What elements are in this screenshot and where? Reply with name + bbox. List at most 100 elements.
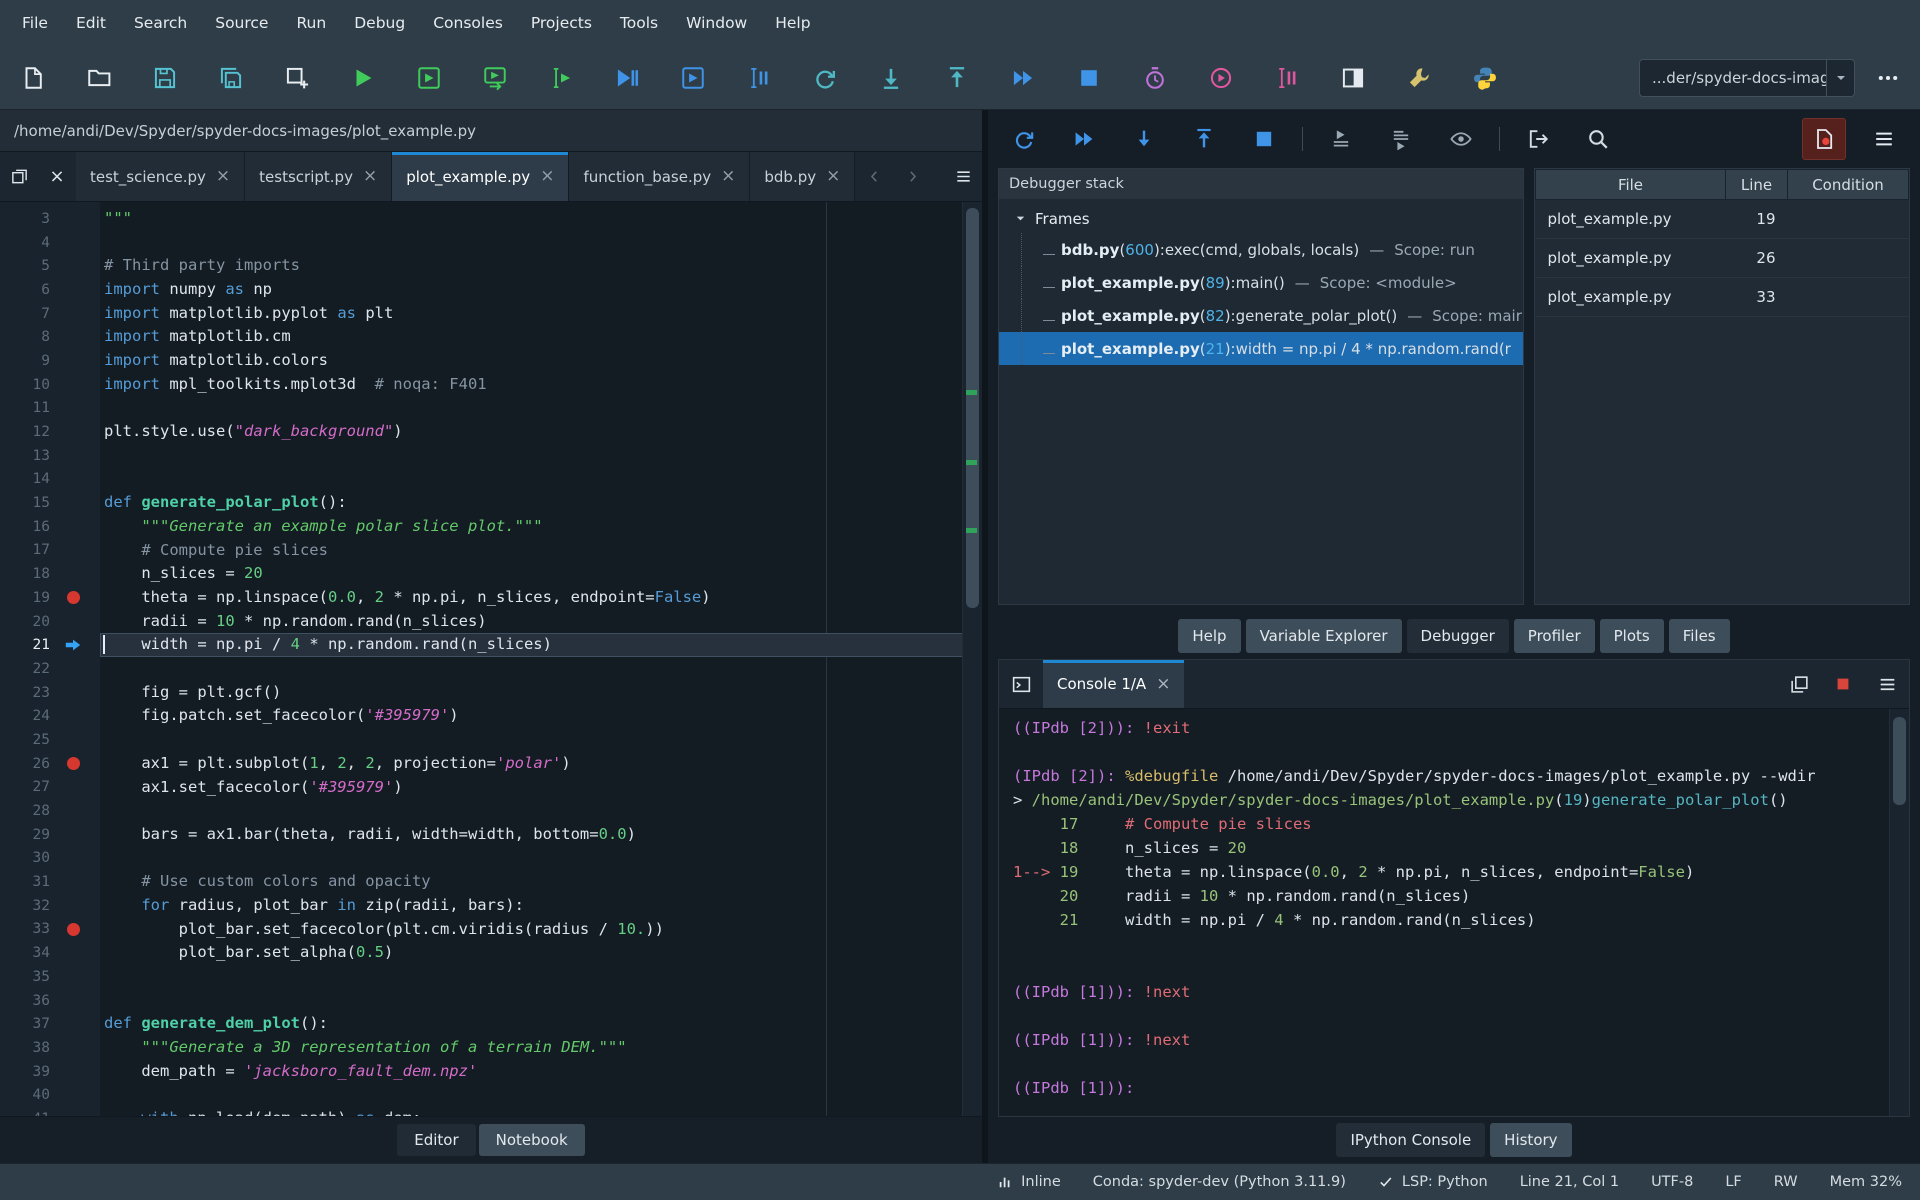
continue-execution-button[interactable]	[1000, 55, 1045, 101]
save-button[interactable]	[142, 55, 187, 101]
maximize-pane-button[interactable]	[1330, 55, 1375, 101]
close-pane-button[interactable]: ×	[38, 152, 76, 201]
editor-tab-testscript-py[interactable]: testscript.py×	[245, 152, 392, 201]
editor-tab-function-base-py[interactable]: function_base.py×	[569, 152, 750, 201]
menu-search[interactable]: Search	[120, 7, 201, 39]
plugin-tab-plots[interactable]: Plots	[1600, 619, 1664, 653]
scrollbar-handle[interactable]	[1893, 717, 1906, 805]
breakpoints-pane-toggle-button[interactable]	[1802, 118, 1846, 160]
tab-close-icon[interactable]: ×	[363, 168, 377, 185]
menu-source[interactable]: Source	[201, 7, 282, 39]
plugin-tab-files[interactable]: Files	[1669, 619, 1730, 653]
debug-show-frames-button[interactable]	[1379, 118, 1423, 160]
run-cell-advance-button[interactable]	[472, 55, 517, 101]
console-scrollbar[interactable]	[1889, 709, 1909, 1116]
footer-tab-editor[interactable]: Editor	[397, 1124, 475, 1156]
inspect-execution-button[interactable]	[1439, 118, 1483, 160]
editor-options-button[interactable]	[944, 152, 982, 201]
menu-edit[interactable]: Edit	[62, 7, 120, 39]
column-header-line[interactable]: Line	[1726, 170, 1788, 200]
debug-stop-button[interactable]	[1242, 118, 1286, 160]
run-selection-button[interactable]	[538, 55, 583, 101]
debugger-options-button[interactable]	[1862, 118, 1906, 160]
menu-consoles[interactable]: Consoles	[419, 7, 517, 39]
menu-run[interactable]: Run	[282, 7, 340, 39]
step-return-button[interactable]	[934, 55, 979, 101]
editor-tab-plot-example-py[interactable]: plot_example.py×	[392, 152, 569, 201]
debug-run-to-cursor-button[interactable]	[1062, 118, 1106, 160]
interrupt-kernel-button[interactable]	[1821, 660, 1865, 708]
profile-selection-button[interactable]	[1264, 55, 1309, 101]
scroll-tabs-right-button[interactable]	[893, 152, 931, 201]
editor-tab-bdb-py[interactable]: bdb.py×	[750, 152, 855, 201]
breakpoint-dot[interactable]	[67, 923, 80, 936]
open-file-button[interactable]	[76, 55, 121, 101]
tab-close-icon[interactable]: ×	[826, 168, 840, 185]
chevron-down-icon[interactable]	[1826, 60, 1854, 96]
console-tab-history[interactable]: History	[1490, 1123, 1571, 1157]
scrollbar-handle[interactable]	[966, 208, 979, 608]
tab-close-icon[interactable]: ×	[216, 168, 230, 185]
code-editor[interactable]: 3456789101112131415161718192021222324252…	[0, 202, 982, 1116]
editor-scrollbar[interactable]	[962, 202, 982, 1116]
scroll-tabs-left-button[interactable]	[855, 152, 893, 201]
working-directory-combobox[interactable]: ...der/spyder-docs-images	[1639, 59, 1855, 97]
debug-selection-button[interactable]	[736, 55, 781, 101]
run-cell-button[interactable]	[406, 55, 451, 101]
column-header-file[interactable]: File	[1536, 170, 1726, 200]
breakpoint-dot[interactable]	[67, 757, 80, 770]
run-file-button[interactable]	[340, 55, 385, 101]
menu-help[interactable]: Help	[761, 7, 824, 39]
editor-tab-test-science-py[interactable]: test_science.py×	[76, 152, 245, 201]
console-output[interactable]: ((IPdb [2])): !exit (IPdb [2]): %debugfi…	[999, 709, 1909, 1116]
stop-execution-button[interactable]	[1066, 55, 1111, 101]
gutter-marker[interactable]	[50, 591, 96, 604]
save-all-button[interactable]	[208, 55, 253, 101]
pythonpath-manager-button[interactable]	[1462, 55, 1507, 101]
frames-root[interactable]: Frames	[999, 204, 1523, 233]
debug-step-return-button[interactable]	[1182, 118, 1226, 160]
new-cell-button[interactable]	[274, 55, 319, 101]
gutter-marker[interactable]	[50, 636, 96, 654]
search-frames-button[interactable]	[1576, 118, 1620, 160]
menu-tools[interactable]: Tools	[606, 7, 672, 39]
frame-row[interactable]: bdb.py (600): exec(cmd, globals, locals)…	[999, 233, 1523, 266]
plugin-tab-profiler[interactable]: Profiler	[1514, 619, 1595, 653]
new-file-button[interactable]	[10, 55, 55, 101]
plugin-tab-help[interactable]: Help	[1178, 619, 1240, 653]
console-new-window-button[interactable]	[1777, 660, 1821, 708]
debug-continue-button[interactable]	[1002, 118, 1046, 160]
browse-tabs-button[interactable]	[0, 152, 38, 201]
menu-window[interactable]: Window	[672, 7, 761, 39]
console-options-button[interactable]	[1865, 660, 1909, 708]
gutter-marker[interactable]	[50, 923, 96, 936]
plugin-tab-debugger[interactable]: Debugger	[1407, 619, 1509, 653]
frame-row[interactable]: plot_example.py (21): width = np.pi / 4 …	[999, 332, 1523, 365]
breakpoint-dot[interactable]	[67, 591, 80, 604]
tab-close-icon[interactable]: ×	[721, 168, 735, 185]
console-pane-button[interactable]	[999, 660, 1043, 708]
menu-debug[interactable]: Debug	[340, 7, 419, 39]
frame-row[interactable]: plot_example.py (89): main()—Scope: <mod…	[999, 266, 1523, 299]
tab-close-icon[interactable]: ×	[540, 168, 554, 185]
breakpoint-row[interactable]: plot_example.py19	[1536, 200, 1909, 239]
tab-close-icon[interactable]: ×	[1156, 674, 1170, 694]
menu-projects[interactable]: Projects	[517, 7, 606, 39]
debug-step-into-button[interactable]	[1122, 118, 1166, 160]
rerun-last-button[interactable]	[802, 55, 847, 101]
editor-code-area[interactable]: """# Third party importsimport numpy as …	[100, 202, 982, 1116]
debug-file-button[interactable]	[604, 55, 649, 101]
toolbar-options-button[interactable]	[1865, 55, 1910, 101]
step-into-button[interactable]	[868, 55, 913, 101]
column-header-condition[interactable]: Condition	[1788, 170, 1909, 200]
breakpoint-row[interactable]: plot_example.py26	[1536, 239, 1909, 278]
frame-row[interactable]: plot_example.py (82): generate_polar_plo…	[999, 299, 1523, 332]
console-tab[interactable]: Console 1/A×	[1043, 660, 1184, 708]
debug-cell-button[interactable]	[670, 55, 715, 101]
menu-file[interactable]: File	[8, 7, 62, 39]
breakpoint-row[interactable]: plot_example.py33	[1536, 278, 1909, 317]
editor-gutter[interactable]: 3456789101112131415161718192021222324252…	[0, 202, 100, 1116]
debug-goto-frame-button[interactable]	[1319, 118, 1363, 160]
profile-cell-button[interactable]	[1198, 55, 1243, 101]
plugin-tab-variable-explorer[interactable]: Variable Explorer	[1246, 619, 1402, 653]
